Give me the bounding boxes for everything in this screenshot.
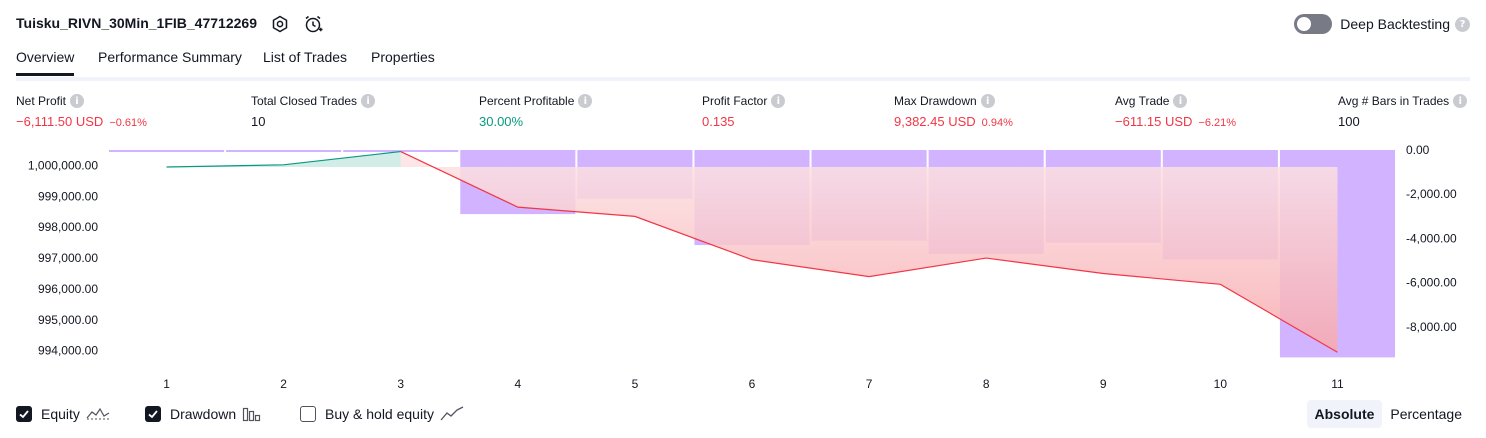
tab-properties[interactable]: Properties — [371, 49, 435, 73]
x-tick-label: 3 — [397, 377, 404, 391]
metric-value: 100 — [1338, 114, 1360, 129]
gear-icon[interactable] — [270, 14, 290, 34]
y-left-tick-label: 997,000.00 — [38, 251, 98, 265]
y-left-tick-label: 995,000.00 — [38, 313, 98, 327]
x-tick-label: 6 — [749, 377, 756, 391]
info-icon[interactable]: i — [70, 94, 85, 108]
tab-bar: Overview Performance Summary List of Tra… — [16, 44, 1470, 81]
y-left-tick-label: 1,000,000.00 — [28, 158, 98, 172]
x-tick-label: 8 — [983, 377, 990, 391]
metrics-row: Net Profit i −6,111.50 USD −0.61% Total Cl… — [0, 93, 1486, 133]
legend-buy-hold-equity[interactable]: Buy & hold equity — [300, 402, 464, 426]
equity-loss-area — [400, 151, 1338, 353]
metric-net-profit: Net Profit i −6,111.50 USD −0.61% — [16, 93, 147, 129]
question-icon[interactable]: ? — [1455, 16, 1470, 32]
x-tick-label: 2 — [280, 377, 287, 391]
metric-value: −611.15 USD — [1115, 114, 1193, 129]
x-tick-label: 11 — [1331, 377, 1344, 391]
x-tick-label: 9 — [1100, 377, 1107, 391]
legend-equity[interactable]: Equity — [16, 402, 110, 426]
metric-label: Max Drawdown — [894, 94, 977, 108]
mode-absolute[interactable]: Absolute — [1306, 400, 1383, 428]
info-icon[interactable]: i — [361, 94, 376, 108]
metric-label: Profit Factor — [702, 94, 768, 108]
legend-label: Equity — [41, 406, 80, 422]
equity-checkbox[interactable] — [16, 406, 32, 422]
metric-max-drawdown: Max Drawdown i 9,382.45 USD 0.94% — [894, 93, 1013, 129]
x-tick-label: 5 — [632, 377, 639, 391]
equity-line-icon — [86, 407, 110, 420]
metric-label: Percent Profitable — [479, 94, 575, 108]
metric-label: Net Profit — [16, 94, 67, 108]
metric-profit-factor: Profit Factor i 0.135 — [702, 93, 786, 129]
deep-backtesting: Deep Backtesting ? — [1294, 12, 1470, 36]
toggle-knob — [1297, 17, 1312, 31]
y-left-tick-label: 999,000.00 — [38, 189, 98, 203]
tab-list-of-trades[interactable]: List of Trades — [263, 49, 347, 73]
equity-drawdown-chart[interactable]: 1,000,000.00 999,000.00 998,000.00 997,000.… — [0, 140, 1486, 395]
metric-value: 30.00% — [479, 114, 524, 129]
metric-value: 0.135 — [702, 114, 735, 129]
strategy-header: Tuisku_RIVN_30Min_1FIB_47712269 Deep Bac… — [16, 12, 1470, 36]
metric-label: Total Closed Trades — [251, 94, 358, 108]
metric-percent-profitable: Percent Profitable i 30.00% — [479, 93, 593, 129]
info-icon[interactable]: i — [1453, 94, 1468, 108]
metric-percent: 0.94% — [981, 117, 1013, 129]
metric-total-closed-trades: Total Closed Trades i 10 — [251, 93, 376, 129]
y-right-tick-label: -2,000.00 — [1406, 187, 1457, 201]
add-alert-clock-icon[interactable] — [303, 14, 323, 34]
mode-percentage[interactable]: Percentage — [1382, 400, 1470, 428]
legend-drawdown[interactable]: Drawdown — [145, 402, 262, 426]
deep-backtesting-toggle[interactable] — [1294, 14, 1333, 34]
metric-avg-bars-in-trades: Avg # Bars in Trades i 100 — [1338, 93, 1468, 129]
strategy-title: Tuisku_RIVN_30Min_1FIB_47712269 — [16, 15, 257, 31]
metric-label: Avg # Bars in Trades — [1338, 94, 1450, 108]
metric-value: 9,382.45 USD — [894, 114, 976, 129]
deep-backtesting-label: Deep Backtesting — [1340, 16, 1450, 32]
info-icon[interactable]: i — [578, 94, 593, 108]
y-right-tick-label: 0.00 — [1406, 143, 1430, 157]
metric-label: Avg Trade — [1115, 94, 1170, 108]
legend-label: Buy & hold equity — [325, 406, 434, 422]
x-tick-label: 10 — [1214, 377, 1228, 391]
metric-value: 10 — [251, 114, 266, 129]
y-left-tick-label: 998,000.00 — [38, 220, 98, 234]
tab-performance-summary[interactable]: Performance Summary — [98, 49, 242, 73]
display-mode-switch: Absolute Percentage — [1306, 400, 1471, 428]
drawdown-bars-icon — [243, 407, 261, 422]
drawdown-checkbox[interactable] — [145, 406, 161, 422]
tab-overview[interactable]: Overview — [16, 49, 75, 76]
metric-avg-trade: Avg Trade i −611.15 USD −6.21% — [1115, 93, 1236, 129]
drawdown-bar — [226, 150, 342, 152]
buy-hold-checkbox[interactable] — [300, 406, 316, 422]
x-tick-label: 1 — [163, 377, 170, 391]
y-right-tick-label: -4,000.00 — [1406, 231, 1457, 245]
info-icon[interactable]: i — [1173, 94, 1188, 108]
metric-value: −6,111.50 USD — [16, 114, 104, 129]
info-icon[interactable]: i — [980, 94, 995, 108]
y-right-tick-label: -8,000.00 — [1406, 320, 1457, 334]
y-left-tick-label: 994,000.00 — [38, 344, 98, 358]
buy-hold-line-icon — [440, 406, 464, 421]
drawdown-bar — [109, 150, 225, 152]
y-left-tick-label: 996,000.00 — [38, 282, 98, 296]
x-tick-label: 7 — [866, 377, 873, 391]
y-right-tick-label: -6,000.00 — [1406, 276, 1457, 290]
metric-percent: −6.21% — [1198, 117, 1237, 129]
metric-percent: −0.61% — [109, 117, 147, 129]
info-icon[interactable]: i — [771, 94, 786, 108]
legend-label: Drawdown — [170, 406, 237, 422]
x-tick-label: 4 — [514, 377, 521, 391]
